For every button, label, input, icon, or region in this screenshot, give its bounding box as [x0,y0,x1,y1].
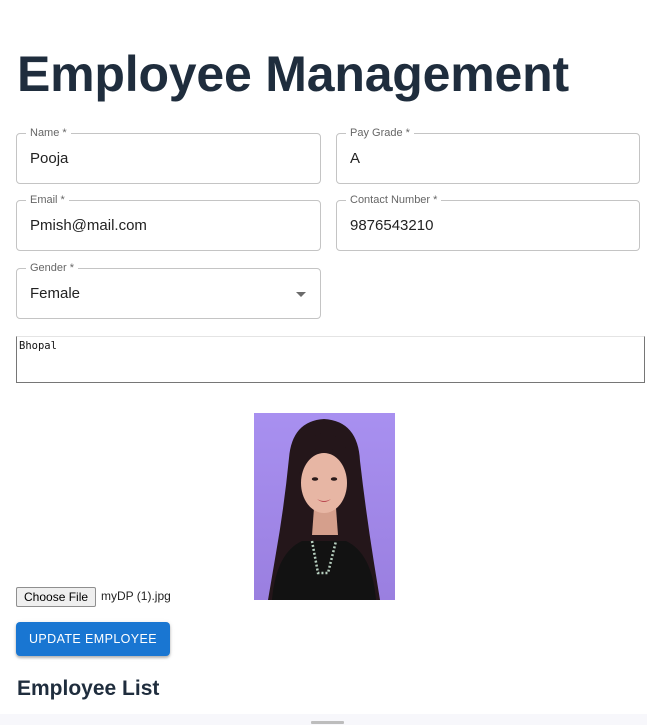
pay-grade-label: Pay Grade * [346,126,414,140]
contact-number-label: Contact Number * [346,193,442,207]
address-value: Bhopal [19,340,57,352]
page-title: Employee Management [17,46,569,102]
email-value: Pmish@mail.com [30,217,147,234]
dropdown-arrow-icon[interactable] [296,292,306,297]
name-label: Name * [26,126,71,140]
name-field[interactable]: Name * Pooja [16,126,321,184]
selected-file-name: myDP (1).jpg [101,589,171,603]
employee-list-title: Employee List [17,677,160,700]
gender-value: Female [30,285,81,302]
contact-number-field[interactable]: Contact Number * 9876543210 [336,193,640,251]
choose-file-button[interactable]: Choose File [16,587,97,607]
pay-grade-field[interactable]: Pay Grade * A [336,126,640,184]
gender-select[interactable]: Gender * Female [16,261,321,319]
gender-label: Gender * [26,261,79,275]
pay-grade-value: A [350,150,361,167]
name-value: Pooja [30,150,69,167]
update-employee-button[interactable]: UPDATE EMPLOYEE [16,622,170,656]
email-label: Email * [26,193,69,207]
address-textarea[interactable]: Bhopal [16,336,645,383]
scroll-handle[interactable] [311,721,344,724]
email-field[interactable]: Email * Pmish@mail.com [16,193,321,251]
contact-number-value: 9876543210 [350,217,434,234]
employee-photo [254,413,395,600]
employee-photo-icon [254,413,395,600]
